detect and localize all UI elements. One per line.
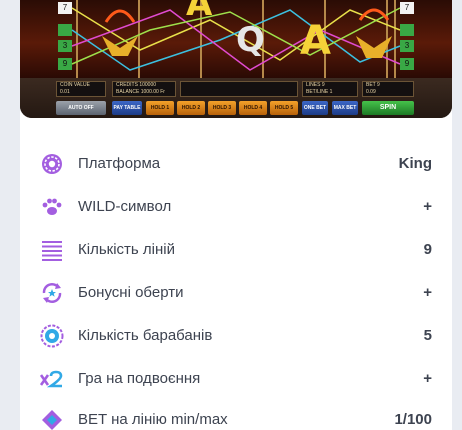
slot-symbol: A	[300, 18, 331, 64]
hold-2-button[interactable]: HOLD 2	[177, 101, 205, 115]
spec-label: Кількість барабанів	[78, 327, 213, 344]
message-display	[180, 81, 298, 97]
hold-3-button[interactable]: HOLD 3	[208, 101, 236, 115]
spec-row-platform: Платформа King	[20, 142, 452, 185]
spec-value: +	[423, 370, 432, 387]
balance-value: 1000.00 Fr	[140, 89, 165, 95]
lines-label: LINES	[306, 82, 321, 88]
spec-label: Платформа	[78, 155, 161, 172]
hold-1-button[interactable]: HOLD 1	[146, 101, 174, 115]
coin-value-display: COIN VALUE 0.01	[56, 81, 106, 97]
balance-label: BALANCE	[116, 89, 140, 95]
spec-row-lines: Кількість ліній 9	[20, 228, 452, 271]
bet-value: 9	[377, 82, 380, 88]
spec-row-wild: WILD-символ +	[20, 185, 452, 228]
bonus-spin-icon	[42, 283, 62, 303]
bet-label: BET	[366, 82, 376, 88]
pay-table-button[interactable]: PAY TABLE	[112, 101, 142, 115]
hold-5-button[interactable]: HOLD 5	[270, 101, 298, 115]
one-bet-button[interactable]: ONE BET	[302, 101, 328, 115]
bet-line-value: 1	[329, 89, 333, 95]
spec-label: WILD-символ	[78, 198, 172, 215]
paw-icon	[42, 198, 62, 215]
max-bet-button[interactable]: MAX BET	[332, 101, 358, 115]
hold-4-button[interactable]: HOLD 4	[239, 101, 267, 115]
bet-line-label: BET/LINE	[306, 89, 329, 95]
spec-label: Гра на подвоєння	[78, 370, 201, 387]
slot-info-card: 7 3 9 7 3 9 Q A A COIN VALUE 0.01 CREDIT…	[20, 0, 452, 430]
lines-display: LINES 9 BET/LINE 1	[302, 81, 358, 97]
spec-value: 1/100	[394, 411, 432, 428]
credits-value: 100000	[139, 82, 157, 88]
spec-value: 5	[423, 327, 432, 344]
lines-icon	[42, 241, 62, 261]
spec-value: +	[423, 198, 432, 215]
slot-game-preview[interactable]: 7 3 9 7 3 9 Q A A COIN VALUE 0.01 CREDIT…	[20, 0, 452, 118]
spec-row-bet-per-line: BET на лінію min/max 1/100	[20, 398, 452, 430]
bet-icon	[42, 410, 62, 430]
coin-value: 0.01	[60, 89, 70, 95]
spec-value: 9	[423, 241, 432, 258]
spec-label: Бонусні оберти	[78, 284, 184, 301]
auto-off-button[interactable]: AUTO OFF	[56, 101, 106, 115]
credits-label: CREDITS	[116, 82, 138, 88]
bet-sub-value: 0.09	[366, 89, 376, 95]
spec-row-double-up: Гра на подвоєння +	[20, 357, 452, 400]
spec-label: BET на лінію min/max	[78, 411, 228, 428]
spin-button[interactable]: SPIN	[362, 101, 414, 115]
gear-icon	[42, 154, 62, 174]
lines-value: 9	[321, 82, 325, 88]
reel-icon	[40, 324, 64, 348]
bet-display: BET 9 0.09	[362, 81, 414, 97]
credits-display: CREDITS 100000 BALANCE 1000.00 Fr	[112, 81, 176, 97]
coin-value-label: COIN VALUE	[60, 82, 90, 88]
spec-value: King	[398, 155, 432, 172]
slot-symbol: A	[186, 0, 213, 24]
slot-symbol: Q	[236, 20, 265, 60]
spec-row-bonus-spins: Бонусні оберти +	[20, 271, 452, 314]
spec-value: +	[423, 284, 432, 301]
x2-icon	[40, 370, 63, 388]
slot-reels: 7 3 9 7 3 9 Q A A	[20, 0, 452, 78]
spec-row-reels: Кількість барабанів 5	[20, 314, 452, 357]
spec-label: Кількість ліній	[78, 241, 175, 258]
